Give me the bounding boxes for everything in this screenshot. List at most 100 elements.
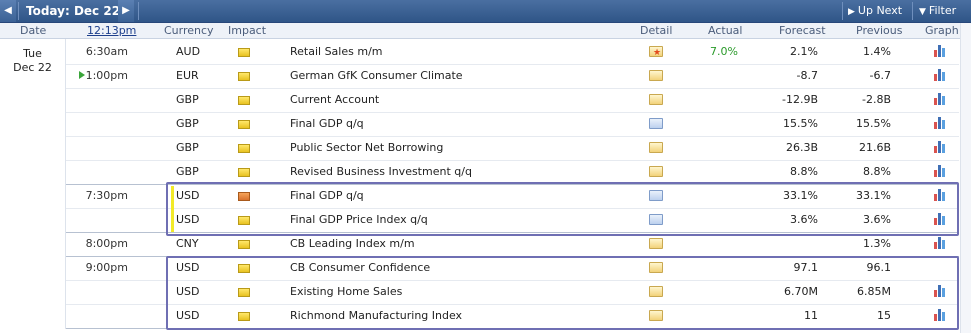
detail-folder-icon[interactable] <box>649 286 663 297</box>
detail-folder-icon[interactable] <box>649 214 663 225</box>
column-header: Date 12:13pm Currency Impact Detail Actu… <box>0 23 971 39</box>
detail-folder-icon[interactable] <box>649 262 663 273</box>
header-actual: Actual <box>708 24 743 37</box>
event-title[interactable]: Retail Sales m/m <box>290 40 383 64</box>
event-currency: GBP <box>176 165 199 178</box>
toolbar-divider <box>912 2 913 20</box>
event-time-text: 9:00pm <box>85 261 128 274</box>
detail-folder-icon[interactable] <box>649 94 663 105</box>
event-title[interactable]: Richmond Manufacturing Index <box>290 304 462 328</box>
detail-folder-icon[interactable] <box>649 70 663 81</box>
detail-folder-icon[interactable] <box>649 41 663 65</box>
event-forecast: 3.6% <box>790 213 818 226</box>
bar-chart-icon-bar <box>942 48 945 57</box>
bar-chart-icon-bar <box>942 288 945 297</box>
table-row[interactable]: 9:00pm USD CB Consumer Confidence 97.1 96.1 <box>66 256 959 281</box>
bar-chart-icon-bar <box>934 314 937 321</box>
bar-chart-icon[interactable] <box>934 117 947 129</box>
event-time-text: 7:30pm <box>85 189 128 202</box>
event-title[interactable]: German GfK Consumer Climate <box>290 64 463 88</box>
header-graph: Graph <box>925 24 959 37</box>
table-row[interactable]: USD Existing Home Sales 6.70M 6.85M <box>66 280 959 305</box>
impact-folder-icon <box>238 72 250 81</box>
bar-chart-icon-bar <box>942 144 945 153</box>
bar-chart-icon[interactable] <box>934 141 947 153</box>
impact-folder-icon <box>238 168 250 177</box>
event-title[interactable]: CB Leading Index m/m <box>290 232 415 256</box>
bar-chart-icon[interactable] <box>934 189 947 201</box>
event-previous: 15.5% <box>856 117 891 130</box>
bar-chart-icon-bar <box>938 189 941 201</box>
scrollbar[interactable] <box>960 23 971 333</box>
event-forecast: -8.7 <box>796 69 818 82</box>
event-previous: -6.7 <box>869 69 891 82</box>
bar-chart-icon-bar <box>942 72 945 81</box>
event-title[interactable]: CB Consumer Confidence <box>290 256 430 280</box>
impact-folder-icon <box>238 264 250 273</box>
bar-chart-icon[interactable] <box>934 237 947 249</box>
event-previous: 21.6B <box>858 141 891 154</box>
header-current-time[interactable]: 12:13pm <box>87 23 136 38</box>
bar-chart-icon[interactable] <box>934 69 947 81</box>
event-title[interactable]: Existing Home Sales <box>290 280 402 304</box>
upcoming-play-icon <box>78 71 85 79</box>
bar-chart-icon-bar <box>938 309 941 321</box>
table-row[interactable]: 8:00pm CNY CB Leading Index m/m 1.3% <box>66 232 959 257</box>
table-row[interactable]: GBP Final GDP q/q 15.5% 15.5% <box>66 112 959 137</box>
detail-folder-icon[interactable] <box>649 166 663 177</box>
bar-chart-icon-bar <box>942 120 945 129</box>
previous-day-arrow-icon[interactable]: ◀ <box>0 0 16 22</box>
event-forecast: 26.3B <box>785 141 818 154</box>
bar-chart-icon-bar <box>934 218 937 225</box>
today-label[interactable]: Today: Dec 22 <box>26 0 120 22</box>
bar-chart-icon-bar <box>938 213 941 225</box>
bar-chart-icon[interactable] <box>934 285 947 297</box>
event-forecast: 11 <box>804 309 818 322</box>
table-row[interactable]: 6:30am AUD Retail Sales m/m 7.0% 2.1% 1.4% <box>66 40 959 65</box>
bar-chart-icon[interactable] <box>934 213 947 225</box>
bar-chart-icon[interactable] <box>934 309 947 321</box>
detail-folder-icon[interactable] <box>649 118 663 129</box>
next-day-arrow-icon[interactable]: ▶ <box>118 0 134 22</box>
event-title[interactable]: Public Sector Net Borrowing <box>290 136 443 160</box>
bar-chart-icon[interactable] <box>934 165 947 177</box>
table-row[interactable]: GBP Current Account -12.9B -2.8B <box>66 88 959 113</box>
detail-folder-icon[interactable] <box>649 142 663 153</box>
table-row[interactable]: GBP Public Sector Net Borrowing 26.3B 21.6B <box>66 136 959 161</box>
event-title[interactable]: Current Account <box>290 88 379 112</box>
bar-chart-icon-bar <box>938 237 941 249</box>
detail-folder-icon[interactable] <box>649 310 663 321</box>
filter-button[interactable]: ▼ Filter <box>919 0 956 23</box>
table-row[interactable]: 7:30pm USD Final GDP q/q 33.1% 33.1% <box>66 184 959 209</box>
event-previous: 15 <box>877 309 891 322</box>
event-currency: USD <box>176 189 200 202</box>
filter-icon: ▼ <box>919 7 926 17</box>
bar-chart-icon-bar <box>938 285 941 297</box>
detail-folder-icon[interactable] <box>649 238 663 249</box>
table-row[interactable]: 1:00pm EUR German GfK Consumer Climate -8.7… <box>66 64 959 89</box>
event-title[interactable]: Revised Business Investment q/q <box>290 160 472 184</box>
bar-chart-icon[interactable] <box>934 45 947 57</box>
table-row[interactable]: GBP Revised Business Investment q/q 8.8% 8.… <box>66 160 959 185</box>
event-forecast: 2.1% <box>790 45 818 58</box>
bar-chart-icon-bar <box>934 98 937 105</box>
event-time: 1:00pm <box>66 64 128 88</box>
event-title[interactable]: Final GDP q/q <box>290 112 364 136</box>
table-row[interactable]: USD Final GDP Price Index q/q 3.6% 3.6% <box>66 208 959 233</box>
bar-chart-icon[interactable] <box>934 93 947 105</box>
bar-chart-icon-bar <box>934 242 937 249</box>
bar-chart-icon-bar <box>942 168 945 177</box>
date-cell: Tue Dec 22 <box>0 39 66 329</box>
toolbar-divider <box>18 2 19 20</box>
event-title[interactable]: Final GDP q/q <box>290 184 364 208</box>
table-row[interactable]: USD Richmond Manufacturing Index 11 15 <box>66 304 959 329</box>
detail-folder-icon[interactable] <box>649 190 663 201</box>
toolbar-divider <box>138 2 139 20</box>
impact-folder-icon <box>238 216 250 225</box>
header-previous: Previous <box>856 24 903 37</box>
impact-folder-icon <box>238 312 250 321</box>
event-forecast: 97.1 <box>793 261 819 274</box>
event-time: 6:30am <box>66 40 128 64</box>
up-next-button[interactable]: ▶ Up Next <box>848 0 902 23</box>
event-title[interactable]: Final GDP Price Index q/q <box>290 208 428 232</box>
